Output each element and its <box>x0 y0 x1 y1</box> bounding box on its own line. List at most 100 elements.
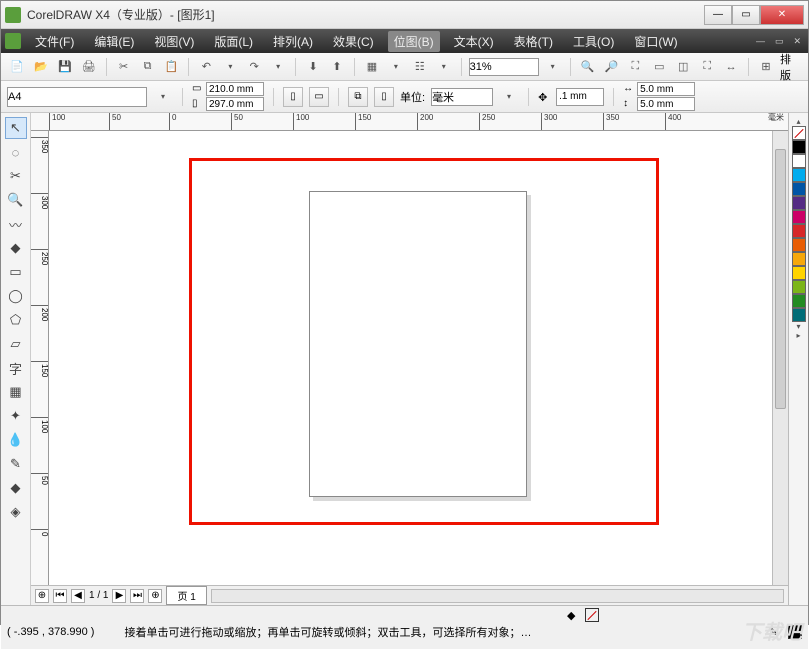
menu-item[interactable]: 工具(O) <box>567 31 620 52</box>
import-button[interactable]: ⬇ <box>303 57 323 77</box>
add-page-button[interactable]: ⊕ <box>35 589 49 603</box>
export-button[interactable]: ⬆ <box>327 57 347 77</box>
menu-item[interactable]: 文件(F) <box>29 31 80 52</box>
zoom-fit-button[interactable]: ⛶ <box>625 57 645 77</box>
menu-item[interactable]: 窗口(W) <box>628 31 683 52</box>
maximize-button[interactable]: ▭ <box>732 5 760 25</box>
dup-x-input[interactable] <box>637 82 695 96</box>
paste-button[interactable]: 📋 <box>162 57 182 77</box>
no-color-swatch[interactable] <box>792 126 806 140</box>
zoom-tool[interactable]: 🔍 <box>5 189 27 211</box>
open-button[interactable]: 📂 <box>31 57 51 77</box>
menu-item[interactable]: 排列(A) <box>267 31 319 52</box>
save-button[interactable]: 💾 <box>55 57 75 77</box>
text-tool[interactable]: 字 <box>5 357 27 379</box>
redo-button[interactable]: ↷ <box>244 57 264 77</box>
palette-flyout-button[interactable]: ▸ <box>796 331 800 340</box>
polygon-tool[interactable]: ⬠ <box>5 309 27 331</box>
ellipse-tool[interactable]: ◯ <box>5 285 27 307</box>
print-button[interactable]: 🖨 <box>79 57 99 77</box>
units-dropdown[interactable]: ▾ <box>499 87 519 107</box>
color-swatch[interactable] <box>792 154 806 168</box>
undo-button[interactable]: ↶ <box>196 57 216 77</box>
palette-down-button[interactable]: ▾ <box>796 322 800 331</box>
pick-tool[interactable]: ↖ <box>5 117 27 139</box>
menu-item[interactable]: 编辑(E) <box>88 31 140 52</box>
rectangle-tool[interactable]: ▭ <box>5 261 27 283</box>
zoom-dropdown[interactable]: ▾ <box>543 57 563 77</box>
zoom-width-button[interactable]: ↔ <box>721 57 741 77</box>
drawing-canvas[interactable] <box>49 131 772 585</box>
freehand-tool[interactable]: 〰 <box>5 213 27 235</box>
horizontal-ruler[interactable]: 10050050100150200250300350400毫米 <box>31 113 788 131</box>
dup-y-input[interactable] <box>637 97 695 111</box>
current-page-button[interactable]: ▯ <box>374 87 394 107</box>
zoom-in-button[interactable]: 🔍 <box>578 57 598 77</box>
zoom-out-button[interactable]: 🔎 <box>602 57 622 77</box>
horizontal-scrollbar[interactable] <box>211 589 784 603</box>
portrait-button[interactable]: ▯ <box>283 87 303 107</box>
menu-item[interactable]: 视图(V) <box>148 31 200 52</box>
palette-up-button[interactable]: ▴ <box>796 117 800 126</box>
zoom-page-button[interactable]: ▭ <box>649 57 669 77</box>
welcome-dropdown[interactable]: ▾ <box>434 57 454 77</box>
table-tool[interactable]: ▦ <box>5 381 27 403</box>
vertical-ruler[interactable]: 350300250200150100500 <box>31 131 49 585</box>
mdi-restore-button[interactable]: ▭ <box>772 36 787 47</box>
interactive-tool[interactable]: ✦ <box>5 405 27 427</box>
snap-button[interactable]: ⊞ <box>756 57 776 77</box>
eyedropper-tool[interactable]: 💧 <box>5 429 27 451</box>
outline-tool[interactable]: ✎ <box>5 453 27 475</box>
interactive-fill-tool[interactable]: ◈ <box>5 501 27 523</box>
color-swatch[interactable] <box>792 294 806 308</box>
page-width-input[interactable] <box>206 82 264 96</box>
mdi-minimize-button[interactable]: — <box>753 36 768 47</box>
color-swatch[interactable] <box>792 266 806 280</box>
zoom-all-button[interactable]: ⛶ <box>697 57 717 77</box>
color-swatch[interactable] <box>792 140 806 154</box>
menu-item[interactable]: 位图(B) <box>388 31 440 52</box>
landscape-button[interactable]: ▭ <box>309 87 329 107</box>
copy-button[interactable]: ⧉ <box>138 57 158 77</box>
prev-page-button[interactable]: ◀ <box>71 589 85 603</box>
color-swatch[interactable] <box>792 182 806 196</box>
cut-button[interactable]: ✂ <box>114 57 134 77</box>
all-pages-button[interactable]: ⧉ <box>348 87 368 107</box>
menu-item[interactable]: 表格(T) <box>508 31 559 52</box>
mdi-close-button[interactable]: ✕ <box>790 36 804 47</box>
close-button[interactable]: ✕ <box>760 5 804 25</box>
color-swatch[interactable] <box>792 280 806 294</box>
menu-item[interactable]: 版面(L) <box>208 31 259 52</box>
nudge-input[interactable] <box>556 88 604 106</box>
undo-dropdown[interactable]: ▾ <box>220 57 240 77</box>
menu-item[interactable]: 效果(C) <box>327 31 380 52</box>
menu-item[interactable]: 文本(X) <box>448 31 500 52</box>
color-swatch[interactable] <box>792 224 806 238</box>
first-page-button[interactable]: ⏮ <box>53 589 67 603</box>
basic-shapes-tool[interactable]: ▱ <box>5 333 27 355</box>
app-launcher-dropdown[interactable]: ▾ <box>386 57 406 77</box>
fill-tool[interactable]: ◆ <box>5 477 27 499</box>
color-swatch[interactable] <box>792 168 806 182</box>
color-swatch[interactable] <box>792 252 806 266</box>
minimize-button[interactable]: — <box>704 5 732 25</box>
last-page-button[interactable]: ⏭ <box>130 589 144 603</box>
shape-tool[interactable]: ◌ <box>5 141 27 163</box>
page-height-input[interactable] <box>206 97 264 111</box>
welcome-button[interactable]: ☷ <box>410 57 430 77</box>
units-select[interactable] <box>431 88 493 106</box>
redo-dropdown[interactable]: ▾ <box>268 57 288 77</box>
next-page-button[interactable]: ▶ <box>112 589 126 603</box>
color-swatch[interactable] <box>792 210 806 224</box>
vertical-scrollbar[interactable] <box>772 131 788 585</box>
scrollbar-thumb[interactable] <box>775 149 786 409</box>
zoom-input[interactable] <box>469 58 539 76</box>
color-swatch[interactable] <box>792 238 806 252</box>
app-launcher-button[interactable]: ▦ <box>362 57 382 77</box>
paper-size-select[interactable] <box>7 87 147 107</box>
paper-dropdown[interactable]: ▾ <box>153 87 173 107</box>
color-swatch[interactable] <box>792 308 806 322</box>
crop-tool[interactable]: ✂ <box>5 165 27 187</box>
fill-indicator[interactable] <box>585 608 599 622</box>
page-tab[interactable]: 页 1 <box>166 586 206 605</box>
